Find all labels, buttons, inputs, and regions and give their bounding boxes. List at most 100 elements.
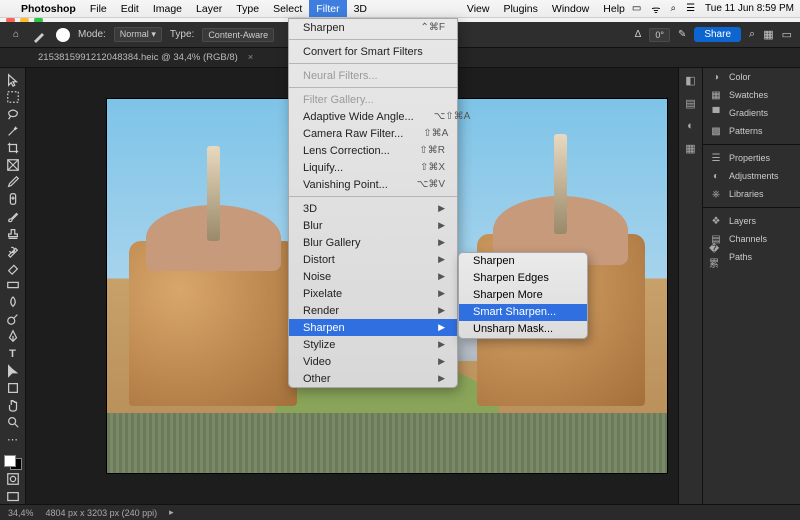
filter-liquify[interactable]: Liquify...⇧⌘X <box>289 159 457 176</box>
filter-camera-raw[interactable]: Camera Raw Filter...⇧⌘A <box>289 125 457 142</box>
menubar-3d[interactable]: 3D <box>347 0 374 17</box>
panel-adjustments[interactable]: ◐Adjustments <box>703 167 800 185</box>
gradient-tool[interactable] <box>3 278 23 293</box>
mode-select[interactable]: Normal ▾ <box>114 27 162 42</box>
close-tab-icon[interactable]: × <box>248 52 254 63</box>
brush-tool[interactable] <box>3 209 23 224</box>
menubar-plugins[interactable]: Plugins <box>496 0 544 17</box>
wand-tool[interactable] <box>3 123 23 138</box>
zoom-tool[interactable] <box>3 415 23 430</box>
sharpen-unsharp[interactable]: Unsharp Mask... <box>459 321 587 338</box>
menubar-type[interactable]: Type <box>229 0 266 17</box>
filter-distort[interactable]: Distort▶ <box>289 251 457 268</box>
menubar-select[interactable]: Select <box>266 0 309 17</box>
frame-tool[interactable] <box>3 158 23 173</box>
path-tool[interactable] <box>3 363 23 378</box>
filter-last[interactable]: Sharpen⌃⌘F <box>289 19 457 36</box>
tool-preset-icon[interactable] <box>32 27 48 43</box>
adjustments-icon: ◐ <box>709 170 723 182</box>
angle-input[interactable]: 0° <box>649 28 670 42</box>
panel-patterns[interactable]: ▩Patterns <box>703 122 800 140</box>
sharpen-more[interactable]: Sharpen More <box>459 287 587 304</box>
menubar-window[interactable]: Window <box>545 0 596 17</box>
dodge-tool[interactable] <box>3 312 23 327</box>
filter-pixelate[interactable]: Pixelate▶ <box>289 285 457 302</box>
mac-menubar: Photoshop File Edit Image Layer Type Sel… <box>0 0 800 18</box>
patterns-icon: ▩ <box>709 125 723 137</box>
sharpen-smart[interactable]: Smart Sharpen... <box>459 304 587 321</box>
lasso-tool[interactable] <box>3 106 23 121</box>
share-button[interactable]: Share <box>694 27 741 42</box>
status-chevron-icon[interactable]: ▸ <box>169 507 174 518</box>
status-dims[interactable]: 4804 px x 3203 px (240 ppi) <box>46 508 158 518</box>
panel-icon[interactable]: ▦ <box>685 142 695 155</box>
menubar-layer[interactable]: Layer <box>189 0 229 17</box>
filter-adaptive[interactable]: Adaptive Wide Angle...⌥⇧⌘A <box>289 108 457 125</box>
document-tab[interactable]: 215381599121204838​4.heic @ 34,4% (RGB/8… <box>28 52 248 63</box>
edit-toolbar[interactable]: ⋯ <box>3 432 23 447</box>
panel-icon[interactable]: ◐ <box>687 120 694 132</box>
panel-layers[interactable]: ❖Layers <box>703 212 800 230</box>
panel-properties[interactable]: ☰Properties <box>703 149 800 167</box>
panel-icon[interactable]: ◧ <box>685 74 695 87</box>
eraser-tool[interactable] <box>3 260 23 275</box>
panel-color[interactable]: ◑Color <box>703 68 800 86</box>
status-zoom[interactable]: 34,4% <box>8 508 34 518</box>
right-panels: ◑Color ▦Swatches ▀Gradients ▩Patterns ☰P… <box>702 68 800 504</box>
menubar-view[interactable]: View <box>460 0 497 17</box>
arrange-icon[interactable]: ▭ <box>782 28 792 41</box>
pressure-icon[interactable]: ✎ <box>678 29 686 40</box>
filter-lens[interactable]: Lens Correction...⇧⌘R <box>289 142 457 159</box>
type-tool[interactable]: T <box>3 346 23 361</box>
filter-video[interactable]: Video▶ <box>289 353 457 370</box>
control-center-icon[interactable]: ☰ <box>686 3 695 14</box>
search-icon[interactable]: ⌕ <box>670 3 676 14</box>
marquee-tool[interactable] <box>3 89 23 104</box>
workspace-icon[interactable]: ▦ <box>763 28 773 41</box>
screenmode-tool[interactable] <box>3 489 23 504</box>
filter-stylize[interactable]: Stylize▶ <box>289 336 457 353</box>
menubar-help[interactable]: Help <box>596 0 632 17</box>
filter-gallery: Filter Gallery... <box>289 91 457 108</box>
crop-tool[interactable] <box>3 141 23 156</box>
panel-libraries[interactable]: ⎈Libraries <box>703 185 800 203</box>
panel-paths[interactable]: �累Paths <box>703 248 800 266</box>
search-ps-icon[interactable]: ⌕ <box>749 28 755 41</box>
panel-icon[interactable]: ▤ <box>685 97 695 110</box>
battery-icon: ▭ <box>632 3 641 14</box>
menubar-clock[interactable]: Tue 11 Jun 8:59 PM <box>705 3 794 14</box>
filter-convert-smart[interactable]: Convert for Smart Filters <box>289 43 457 60</box>
panel-gradients[interactable]: ▀Gradients <box>703 104 800 122</box>
sharpen-sharpen[interactable]: Sharpen <box>459 253 587 270</box>
menubar-image[interactable]: Image <box>146 0 189 17</box>
panel-swatches[interactable]: ▦Swatches <box>703 86 800 104</box>
home-icon[interactable]: ⌂ <box>8 27 24 43</box>
healing-tool[interactable] <box>3 192 23 207</box>
filter-3d[interactable]: 3D▶ <box>289 200 457 217</box>
filter-noise[interactable]: Noise▶ <box>289 268 457 285</box>
filter-other[interactable]: Other▶ <box>289 370 457 387</box>
blur-tool[interactable] <box>3 295 23 310</box>
pen-tool[interactable] <box>3 329 23 344</box>
filter-render[interactable]: Render▶ <box>289 302 457 319</box>
brush-preview-icon[interactable] <box>56 28 70 42</box>
eyedropper-tool[interactable] <box>3 175 23 190</box>
menubar-filter[interactable]: Filter <box>309 0 346 17</box>
color-swatch[interactable] <box>4 455 22 470</box>
hand-tool[interactable] <box>3 397 23 412</box>
shape-tool[interactable] <box>3 380 23 395</box>
stamp-tool[interactable] <box>3 226 23 241</box>
type-select[interactable]: Content-Aware <box>202 28 274 42</box>
menubar-file[interactable]: File <box>83 0 114 17</box>
sharpen-submenu: Sharpen Sharpen Edges Sharpen More Smart… <box>458 252 588 339</box>
filter-sharpen[interactable]: Sharpen▶ <box>289 319 457 336</box>
filter-vanishing[interactable]: Vanishing Point...⌥⌘V <box>289 176 457 193</box>
filter-blur[interactable]: Blur▶ <box>289 217 457 234</box>
move-tool[interactable] <box>3 72 23 87</box>
menubar-edit[interactable]: Edit <box>114 0 146 17</box>
quickmask-tool[interactable] <box>3 472 23 487</box>
menubar-app[interactable]: Photoshop <box>14 0 83 17</box>
sharpen-edges[interactable]: Sharpen Edges <box>459 270 587 287</box>
filter-blur-gallery[interactable]: Blur Gallery▶ <box>289 234 457 251</box>
history-brush-tool[interactable] <box>3 243 23 258</box>
